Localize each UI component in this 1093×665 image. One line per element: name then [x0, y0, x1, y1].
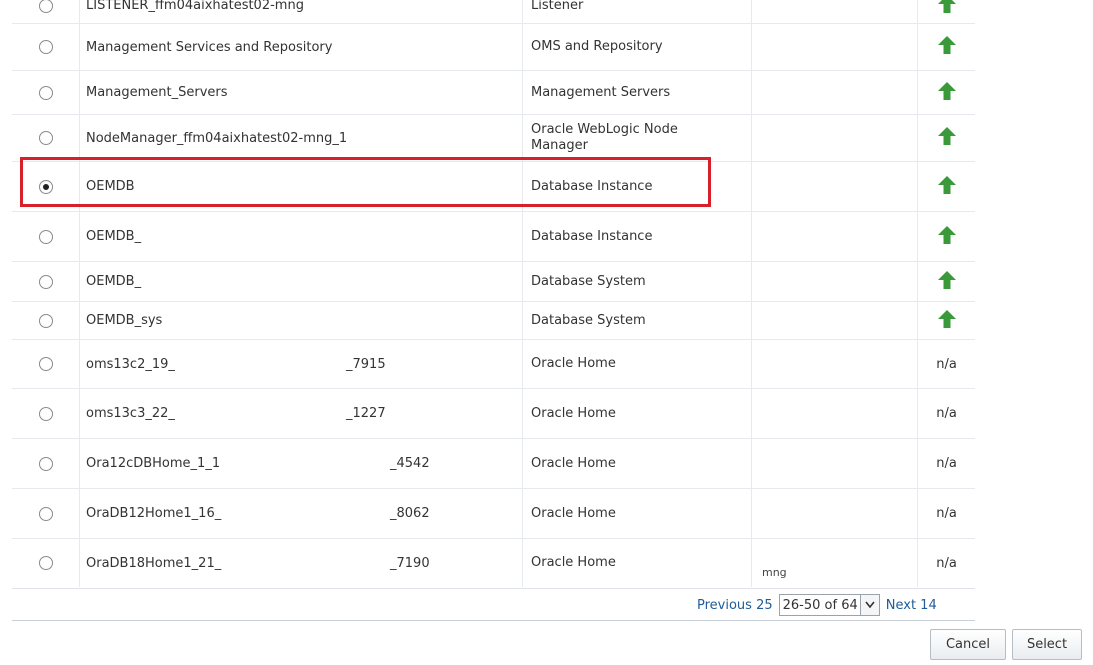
status-up-icon	[936, 125, 958, 151]
page-range-value: 26-50 of 64	[782, 597, 858, 613]
target-type: Database System	[531, 273, 646, 289]
target-name: oms13c2_19_	[86, 356, 175, 372]
table-row[interactable]: Management Services and Repository OMS a…	[12, 24, 975, 71]
partial-text-fragment: mng	[762, 566, 787, 579]
row-radio[interactable]	[38, 406, 53, 421]
status-text: n/a	[936, 356, 957, 372]
target-name-suffix: _1227	[346, 406, 386, 421]
row-radio[interactable]	[38, 40, 53, 54]
row-radio[interactable]	[38, 274, 53, 289]
status-up-icon	[936, 80, 958, 106]
target-type: Oracle Home	[531, 356, 616, 371]
target-name: NodeManager_ffm04aixhatest02-mng_1	[86, 130, 348, 146]
row-radio[interactable]	[38, 313, 53, 328]
target-name: OEMDB_	[86, 229, 142, 244]
table-row[interactable]: oms13c3_22_ _1227 Oracle Home n/a	[12, 389, 975, 439]
cancel-button[interactable]: Cancel	[930, 629, 1006, 660]
row-radio-selected[interactable]	[38, 179, 53, 194]
target-name: Ora12cDBHome_1_1	[86, 456, 221, 471]
target-type: Oracle Home	[531, 555, 616, 570]
status-up-icon	[936, 224, 958, 250]
table-row[interactable]: OraDB12Home1_16_ _8062 Oracle Home n/a	[12, 489, 975, 539]
target-type: Listener	[531, 0, 584, 13]
row-radio[interactable]	[38, 131, 53, 145]
row-radio[interactable]	[38, 556, 53, 570]
target-name-suffix: _7915	[346, 356, 386, 372]
target-type: Management Servers	[531, 84, 671, 100]
table-row[interactable]: OEMDB_ Database System	[12, 262, 975, 302]
table-row[interactable]: OEMDB_sys Database System	[12, 302, 975, 340]
target-type: Database Instance	[531, 228, 653, 244]
target-type: Database Instance	[531, 178, 653, 194]
target-type: Oracle Home	[531, 405, 616, 421]
row-radio[interactable]	[38, 85, 53, 100]
target-type: Oracle Home	[531, 505, 616, 521]
target-name: Management_Servers	[86, 85, 228, 100]
target-type: OMS and Repository	[531, 39, 663, 54]
status-up-icon	[936, 269, 958, 295]
row-radio[interactable]	[38, 506, 53, 521]
target-name: OraDB12Home1_16_	[86, 506, 222, 521]
target-type: Oracle Home	[531, 455, 616, 471]
status-text: n/a	[936, 555, 957, 571]
status-up-icon	[936, 34, 958, 60]
target-type: Database System	[531, 312, 646, 328]
table-row[interactable]: oms13c2_19_ _7915 Oracle Home n/a	[12, 340, 975, 389]
status-text: n/a	[936, 506, 957, 521]
status-text: n/a	[936, 406, 957, 421]
chevron-down-icon[interactable]	[859, 595, 879, 615]
target-name: LISTENER_ffm04aixhatest02-mng	[86, 0, 304, 13]
table-row[interactable]: NodeManager_ffm04aixhatest02-mng_1 Oracl…	[12, 115, 975, 162]
previous-page-link[interactable]: Previous 25	[697, 598, 773, 613]
target-name-suffix: _8062	[390, 506, 430, 521]
status-up-icon	[936, 174, 958, 200]
target-name-suffix: _4542	[390, 456, 430, 471]
next-page-link[interactable]: Next 14	[886, 598, 937, 613]
status-up-icon	[936, 308, 958, 334]
target-name: Management Services and Repository	[86, 39, 333, 55]
table-row[interactable]: LISTENER_ffm04aixhatest02-mng Listener	[12, 0, 975, 24]
target-name: oms13c3_22_	[86, 406, 175, 421]
target-type: Oracle WebLogic Node Manager	[531, 122, 678, 153]
target-name: OEMDB_	[86, 274, 142, 289]
target-name-suffix: _7190	[390, 555, 430, 571]
table-row[interactable]: OEMDB Database Instance	[12, 162, 975, 212]
table-row[interactable]: Management_Servers Management Servers	[12, 71, 975, 115]
target-name: OEMDB_sys	[86, 313, 163, 328]
row-radio[interactable]	[38, 229, 53, 244]
select-button[interactable]: Select	[1012, 629, 1082, 660]
row-radio[interactable]	[38, 357, 53, 371]
page-range-select[interactable]: 26-50 of 64	[778, 594, 880, 616]
status-text: n/a	[936, 456, 957, 471]
pagination: Previous 25 26-50 of 64 Next 14	[697, 594, 937, 616]
status-up-icon	[936, 0, 958, 19]
table-row[interactable]: OraDB18Home1_21_ _7190 Oracle Home n/a	[12, 539, 975, 587]
table-row[interactable]: OEMDB_ Database Instance	[12, 212, 975, 262]
target-name: OEMDB	[86, 179, 135, 194]
row-radio[interactable]	[38, 456, 53, 471]
target-name: OraDB18Home1_21_	[86, 555, 222, 571]
table-row[interactable]: Ora12cDBHome_1_1 _4542 Oracle Home n/a	[12, 439, 975, 489]
row-radio[interactable]	[38, 0, 53, 13]
targets-table: LISTENER_ffm04aixhatest02-mng Listener M…	[12, 0, 975, 589]
footer-divider	[12, 620, 975, 621]
